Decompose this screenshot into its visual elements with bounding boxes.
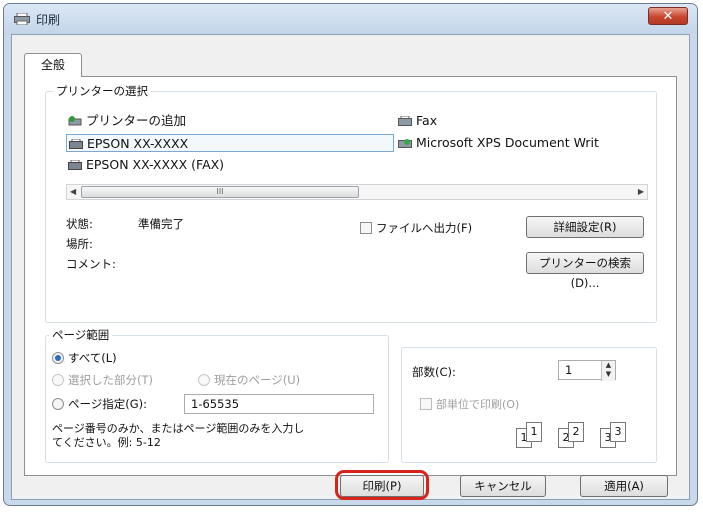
selection-label: 選択した部分(T) [68,373,153,387]
location-label: 場所: [66,237,93,251]
collate-page-icon: 3 [610,422,626,442]
printer-item-xps[interactable]: Microsoft XPS Document Writ [396,134,646,152]
preferences-button[interactable]: 詳細設定(R) [526,216,644,238]
all-pages-radio[interactable] [52,352,64,364]
printer-item-add[interactable]: プリンターの追加 [66,112,306,130]
printer-selection-group: プリンターの選択 プリンターの追加 Fax EPSON XX-XXXX Micr… [45,83,657,323]
comment-label: コメント: [66,257,116,271]
print-to-file-checkbox[interactable] [360,222,372,234]
window-title: 印刷 [36,13,61,27]
find-printer-button[interactable]: プリンターの検索(D)... [526,252,644,290]
print-button[interactable]: 印刷(P) [340,475,424,497]
page-range-input[interactable]: 1-65535 [184,394,374,414]
print-dialog-window: 印刷 ✕ 全般 プリンターの選択 プリンターの追加 Fax EPSON XX-X… [3,3,698,506]
status-label: 状態: [66,217,93,231]
printer-name: プリンターの追加 [86,113,187,128]
copies-value: 1 [565,363,573,377]
status-value: 準備完了 [138,217,184,231]
printer-selection-legend: プリンターの選択 [53,83,151,99]
page-range-group: ページ範囲 すべて(L) 選択した部分(T) 現在のページ(U) ページ指定(G… [45,327,389,463]
dialog-body: 全般 プリンターの選択 プリンターの追加 Fax EPSON XX-XXXX M… [11,34,690,500]
printer-icon [14,13,30,25]
printer-item-epson[interactable]: EPSON XX-XXXX [66,134,394,152]
printer-item-fax[interactable]: Fax [396,112,596,130]
spin-down-icon[interactable]: ▼ [602,370,615,379]
scroll-left-icon[interactable]: ◀ [70,187,76,196]
tab-general[interactable]: 全般 [24,53,82,77]
fax-printer-icon [398,116,412,126]
add-printer-icon [68,116,82,126]
collate-label: 部単位で印刷(O) [436,398,520,411]
printer-icon [69,139,83,149]
scroll-right-icon[interactable]: ▶ [638,187,644,196]
apply-button[interactable]: 適用(A) [580,475,668,497]
printer-list-scrollbar[interactable]: ◀ III ▶ [66,184,648,200]
current-page-label: 現在のページ(U) [214,373,301,387]
print-to-file-label[interactable]: ファイルへ出力(F) [376,220,472,236]
copies-group: 部数(C): 1 ▲ ▼ 部単位で印刷(O) 1 1 2 2 3 3 [401,347,657,463]
cancel-button[interactable]: キャンセル [460,475,546,497]
current-page-radio[interactable] [198,374,210,386]
copies-input[interactable]: 1 ▲ ▼ [558,360,616,381]
title-bar[interactable]: 印刷 ✕ [4,4,697,34]
collate-page-icon: 1 [526,422,542,442]
page-range-help-line2: てください。例: 5-12 [52,436,161,449]
selection-radio[interactable] [52,374,64,386]
printer-name: Microsoft XPS Document Writ [416,135,599,150]
printer-name: EPSON XX-XXXX [87,136,189,151]
pages-label[interactable]: ページ指定(G): [68,396,147,412]
all-pages-label[interactable]: すべて(L) [68,350,117,366]
printer-icon [68,160,82,170]
scrollbar-thumb[interactable]: III [81,186,359,198]
printer-name: EPSON XX-XXXX (FAX) [86,157,225,172]
copies-spinner[interactable]: ▲ ▼ [601,361,615,381]
tab-panel-general: プリンターの選択 プリンターの追加 Fax EPSON XX-XXXX Micr… [24,76,677,476]
close-button[interactable]: ✕ [648,7,688,25]
printer-item-epson-fax[interactable]: EPSON XX-XXXX (FAX) [66,156,306,174]
collate-page-icon: 2 [568,422,584,442]
collate-checkbox[interactable] [420,398,432,410]
printer-name: Fax [416,113,438,128]
xps-printer-icon [398,139,412,148]
page-range-legend: ページ範囲 [49,327,113,343]
pages-radio[interactable] [52,398,64,410]
spin-up-icon[interactable]: ▲ [602,361,615,370]
copies-label: 部数(C): [412,365,456,379]
